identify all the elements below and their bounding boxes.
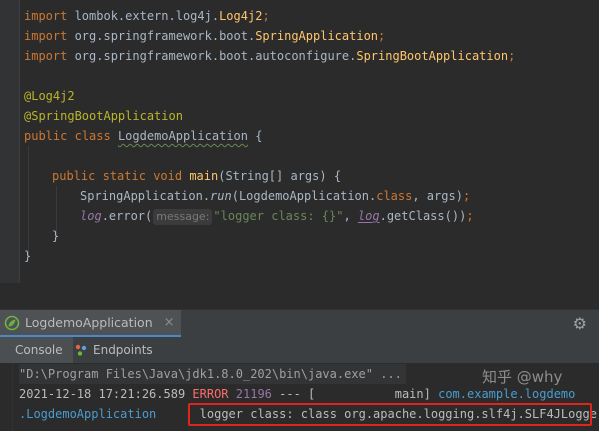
close-class-brace: } (24, 249, 32, 263)
spring-run-line: SpringApplication.run(LogdemoApplication… (80, 186, 470, 206)
open-brace: { (248, 129, 263, 143)
semicolon: ; (508, 49, 516, 63)
semicolon: ; (262, 9, 270, 23)
import-line-2: import org.springframework.boot.SpringAp… (24, 26, 385, 46)
run-args-end: , args) (412, 189, 463, 203)
method-name: main (189, 169, 219, 183)
editor-spacer (0, 283, 599, 309)
class-keyword: class (376, 189, 413, 203)
run-tab-logdemoapplication[interactable]: LogdemoApplication × (0, 310, 181, 338)
string-literal: "logger class: {}" (213, 209, 344, 223)
run-toolbar: LogdemoApplication × ⚙ (0, 309, 599, 339)
package-path: lombok.extern.log4j. (67, 9, 220, 23)
log-thread: main] (394, 387, 431, 401)
tab-console-label: Console (15, 343, 63, 357)
imported-class: SpringBootApplication (356, 49, 509, 63)
import-line-1: import lombok.extern.log4j.Log4j2; (24, 6, 270, 26)
close-icon[interactable]: × (164, 315, 175, 330)
static-keyword: static (102, 169, 146, 183)
spring-application-ref: SpringApplication. (80, 189, 211, 203)
run-method: run (210, 189, 232, 203)
highlight-box (188, 403, 592, 426)
spring-boot-run-icon (4, 315, 20, 330)
console-gutter (0, 363, 13, 431)
error-call: .error( (101, 209, 153, 223)
keyword: import (24, 29, 68, 43)
annotation-log4j2: @Log4j2 (24, 89, 75, 103)
void-keyword: void (153, 169, 183, 183)
code-editor[interactable]: import lombok.extern.log4j.Log4j2; impor… (0, 0, 599, 283)
annotation-springbootapplication: @SpringBootApplication (24, 109, 183, 123)
parameter-hint: message: (153, 209, 213, 225)
console-log-line: 2021-12-18 17:21:26.589 ERROR 21196 --- … (19, 384, 575, 404)
logger-name-continued[interactable]: .LogdemoApplication (19, 407, 156, 421)
logger-name[interactable]: com.example.logdemo (438, 387, 575, 401)
comma: , (343, 209, 358, 223)
semicolon: ; (466, 209, 474, 223)
public-keyword: public (24, 129, 68, 143)
log-field: log (80, 209, 102, 223)
semicolon: ; (378, 29, 386, 43)
public-keyword: public (52, 169, 96, 183)
class-name: LogdemoApplication (117, 129, 248, 143)
class-declaration: public class LogdemoApplication { (24, 126, 262, 146)
log-separator: --- [ (271, 387, 316, 401)
package-path: org.springframework.boot. (67, 29, 256, 43)
editor-gutter (0, 0, 20, 283)
import-line-3: import org.springframework.boot.autoconf… (24, 46, 515, 66)
log-pid: 21196 (235, 387, 272, 401)
watermark: 知乎 @why (482, 368, 563, 386)
tab-console[interactable]: Console (0, 337, 73, 363)
keyword: import (24, 49, 68, 63)
imported-class: Log4j2 (219, 9, 263, 23)
console-command-line: "D:\Program Files\Java\jdk1.8.0_202\bin\… (19, 364, 406, 384)
run-tool-tabs: Console Endpoints (0, 337, 599, 364)
class-keyword: class (74, 129, 111, 143)
method-params: (String[] args) { (218, 169, 342, 183)
imported-class: SpringApplication (255, 29, 379, 43)
semicolon: ; (462, 189, 471, 203)
run-tab-label: LogdemoApplication (25, 315, 153, 330)
log-timestamp: 2021-12-18 17:21:26.589 (19, 387, 186, 401)
getclass-call: .getClass()) (379, 209, 467, 223)
endpoints-icon (75, 344, 87, 356)
tab-endpoints[interactable]: Endpoints (74, 337, 153, 363)
log-field: log (357, 209, 380, 223)
keyword: import (24, 9, 68, 23)
log-error-line: log.error(message: "logger class: {}", lo… (80, 206, 474, 226)
close-method-brace: } (52, 229, 60, 243)
log-level: ERROR (192, 387, 229, 401)
main-method-declaration: public static void main(String[] args) { (52, 166, 341, 186)
run-args: (LogdemoApplication. (231, 189, 377, 203)
gear-icon[interactable]: ⚙ (573, 314, 587, 333)
indent-guide (28, 146, 29, 256)
package-path: org.springframework.boot.autoconfigure. (67, 49, 357, 63)
tab-endpoints-label: Endpoints (93, 343, 153, 357)
